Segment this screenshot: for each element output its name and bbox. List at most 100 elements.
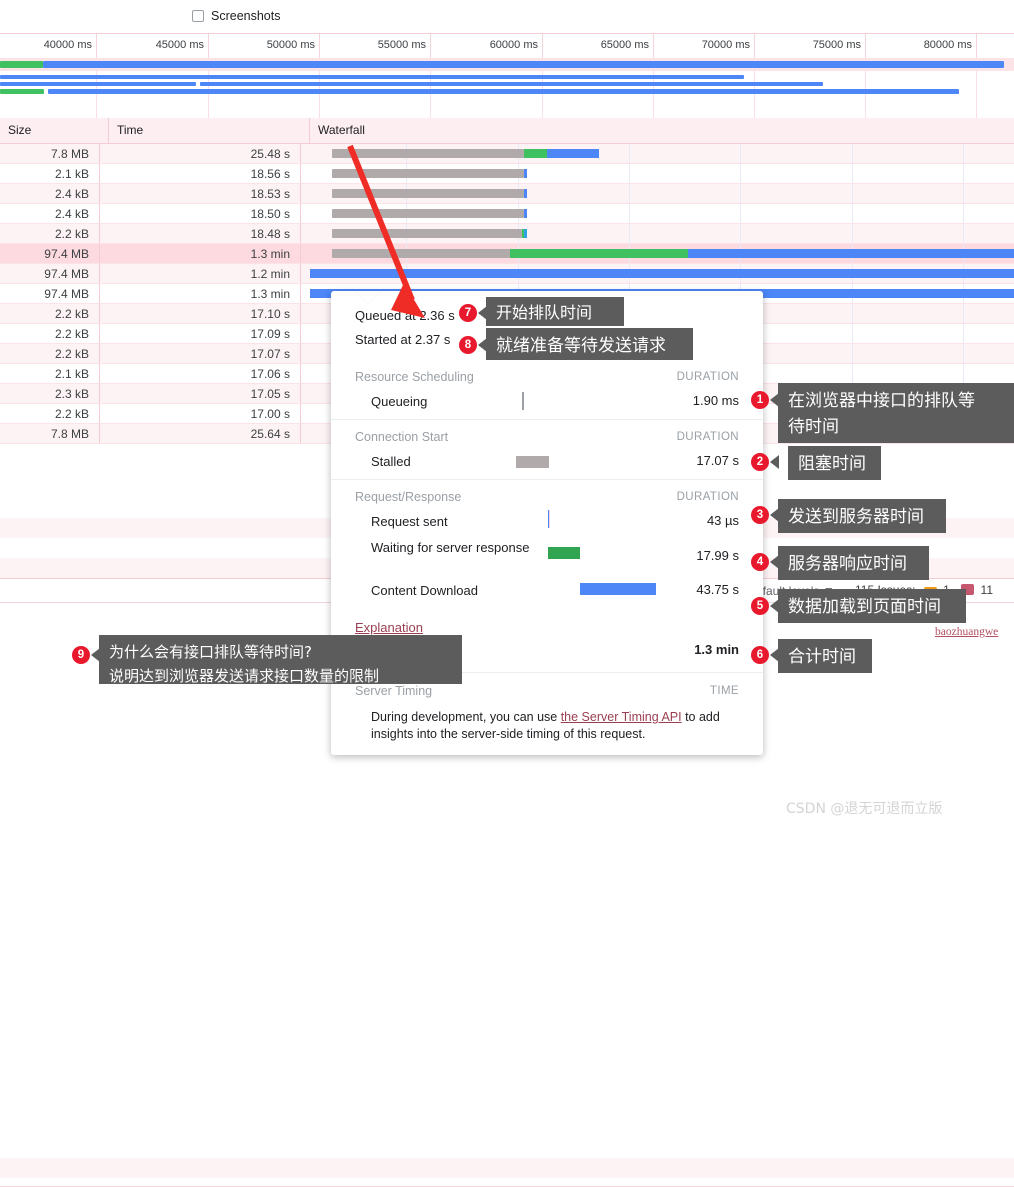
cell-size: 2.1 kB [0, 164, 100, 183]
table-row[interactable]: 97.4 MB 1.3 min [0, 244, 1014, 264]
annotation-badge-6: 6 [751, 646, 769, 664]
section-duration-header-2: DURATION [676, 491, 739, 503]
cell-time: 25.64 s [109, 424, 301, 443]
started-at-line: Started at 2.37 s [355, 332, 451, 347]
table-row[interactable]: 7.8 MB 25.48 s [0, 144, 1014, 164]
table-header-row: Size Time Waterfall [0, 118, 1014, 144]
cell-time: 17.10 s [109, 304, 301, 323]
divider-2 [331, 479, 763, 480]
timing-bar-queueing [522, 392, 524, 410]
ruler-tick-0: 40000 ms [0, 34, 97, 59]
cell-size: 2.4 kB [0, 204, 100, 223]
timing-item-waiting-value: 17.99 s [696, 548, 739, 563]
annotation-badge-4: 4 [751, 553, 769, 571]
ruler-tick-label-2: 50000 ms [266, 39, 315, 51]
cell-time: 17.05 s [109, 384, 301, 403]
waterfall-segment-0 [332, 249, 510, 258]
annotation-label-3: 发送到服务器时间 [778, 499, 946, 533]
cell-size: 2.2 kB [0, 224, 100, 243]
cell-time: 1.3 min [109, 244, 301, 263]
section-title-connection-start: Connection Start [355, 430, 449, 444]
annotation-label-8: 就绪准备等待发送请求 [486, 328, 693, 360]
timeline-ruler: 40000 ms 45000 ms 50000 ms 55000 ms 60000 ms… [0, 33, 1014, 60]
total-duration-value: 1.3 min [694, 642, 739, 657]
cell-time: 17.09 s [109, 324, 301, 343]
section-duration-header-1: DURATION [676, 431, 739, 443]
annotation-pointer-2 [770, 455, 779, 469]
overview-bar-5 [0, 89, 44, 94]
cell-waterfall [310, 184, 1014, 203]
timing-item-queueing-label: Queueing [371, 394, 428, 409]
cell-waterfall [310, 264, 1014, 283]
table-row[interactable]: 2.4 kB 18.50 s [0, 204, 1014, 224]
column-header-waterfall[interactable]: Waterfall [310, 118, 1014, 143]
table-row[interactable]: 97.4 MB 1.2 min [0, 264, 1014, 284]
ruler-tick-4: 60000 ms [431, 34, 543, 59]
ruler-tick-5: 65000 ms [543, 34, 654, 59]
cell-time: 18.53 s [109, 184, 301, 203]
annotation-label-6: 合计时间 [778, 639, 872, 673]
overview-bar-6 [48, 89, 959, 94]
ruler-tick-7: 75000 ms [755, 34, 866, 59]
cell-time: 17.07 s [109, 344, 301, 363]
ruler-tick-label-6: 70000 ms [701, 39, 750, 51]
cell-waterfall [310, 144, 1014, 163]
cell-time: 17.06 s [109, 364, 301, 383]
overview-bar-3 [0, 82, 196, 86]
timing-item-waiting-label: Waiting for server response [371, 540, 530, 555]
server-timing-api-link[interactable]: the Server Timing API [561, 710, 682, 724]
waterfall-segment-2 [547, 149, 599, 158]
annotation-badge-9: 9 [72, 646, 90, 664]
overview-bar-0 [0, 61, 43, 68]
ruler-tick-label-1: 45000 ms [155, 39, 204, 51]
timing-item-queueing-value: 1.90 ms [692, 393, 739, 408]
waterfall-segment-0 [332, 169, 524, 178]
annotation-label-7: 开始排队时间 [486, 297, 624, 326]
waterfall-segment-1 [524, 209, 527, 218]
waterfall-segment-1 [524, 149, 547, 158]
console-band-4 [0, 1158, 1014, 1178]
screenshots-label: Screenshots [211, 9, 281, 23]
annotation-badge-8: 8 [459, 336, 477, 354]
cell-time: 25.48 s [109, 144, 301, 163]
column-header-time[interactable]: Time [109, 118, 310, 143]
ruler-tick-label-0: 40000 ms [43, 39, 92, 51]
ruler-tick-label-4: 60000 ms [489, 39, 538, 51]
column-header-size[interactable]: Size [0, 118, 109, 143]
annotation-label-9: 为什么会有接口排队等待时间? 说明达到浏览器发送请求接口数量的限制 [99, 635, 462, 685]
cell-size: 2.2 kB [0, 344, 100, 363]
popup-pointer [355, 291, 381, 304]
annotation-badge-2: 2 [751, 453, 769, 471]
cell-time: 1.3 min [109, 284, 301, 303]
timing-bar-content-download [580, 583, 656, 595]
console-source-link[interactable]: baozhuangwe [935, 626, 998, 638]
waterfall-segment-0 [332, 189, 524, 198]
overview-bar-1 [43, 61, 1004, 68]
annotation-badge-3: 3 [751, 506, 769, 524]
explanation-link[interactable]: Explanation [355, 620, 423, 635]
network-overview-graph[interactable] [0, 58, 1014, 119]
cell-size: 7.8 MB [0, 424, 100, 443]
screenshots-checkbox[interactable] [192, 10, 204, 22]
annotation-label-1: 在浏览器中接口的排队等 待时间 [778, 383, 1014, 443]
cell-size: 2.2 kB [0, 404, 100, 423]
cell-size: 97.4 MB [0, 284, 100, 303]
ruler-tick-3: 55000 ms [320, 34, 431, 59]
server-timing-text-before: During development, you can use [371, 710, 561, 724]
ruler-tick-label-3: 55000 ms [377, 39, 426, 51]
cell-waterfall [310, 164, 1014, 183]
cell-size: 2.4 kB [0, 184, 100, 203]
timing-bar-request-sent [548, 510, 550, 528]
table-row[interactable]: 2.1 kB 18.56 s [0, 164, 1014, 184]
timing-bar-stalled [516, 456, 549, 468]
cell-size: 97.4 MB [0, 264, 100, 283]
table-row[interactable]: 2.2 kB 18.48 s [0, 224, 1014, 244]
timing-item-stalled-value: 17.07 s [696, 453, 739, 468]
screenshots-toolbar: Screenshots [0, 0, 1014, 33]
annotation-badge-5: 5 [751, 597, 769, 615]
table-row[interactable]: 2.4 kB 18.53 s [0, 184, 1014, 204]
waterfall-segment-0 [310, 269, 1014, 278]
waterfall-segment-2 [524, 229, 527, 238]
annotation-badge-7: 7 [459, 304, 477, 322]
message-count: 11 [980, 583, 994, 597]
